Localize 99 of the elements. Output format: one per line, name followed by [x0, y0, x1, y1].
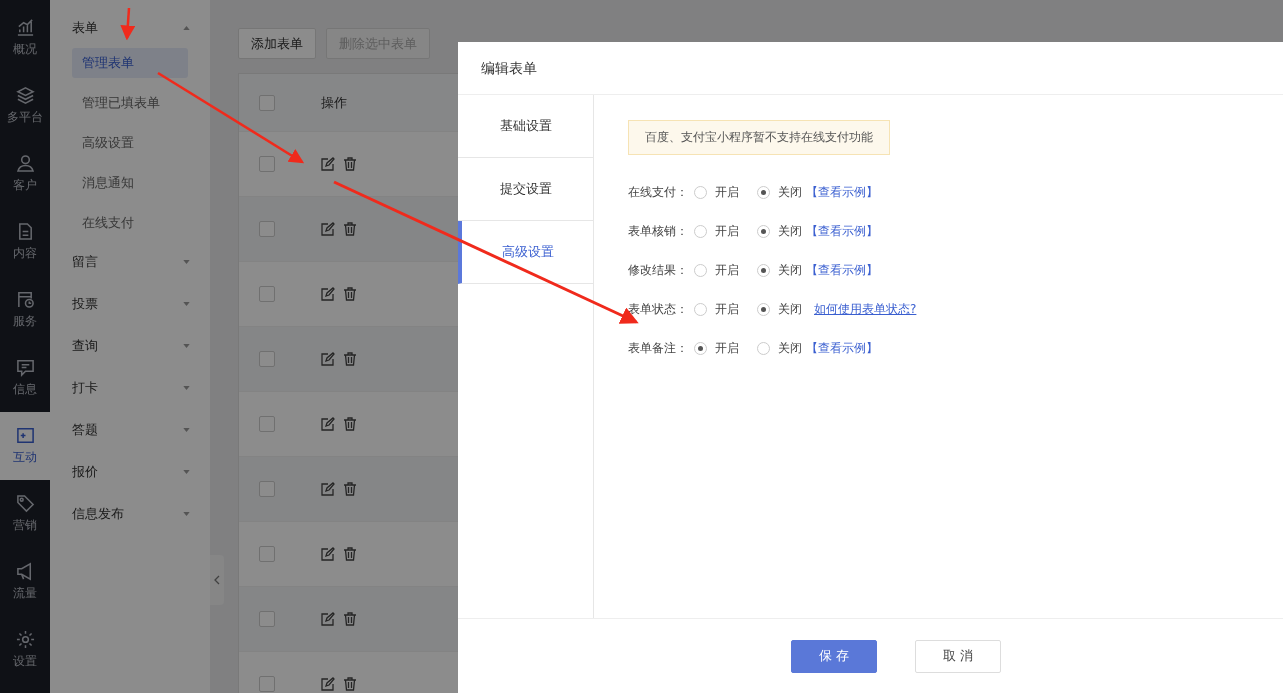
row-checkbox[interactable] [259, 611, 275, 627]
caret-icon [183, 302, 190, 306]
caret-icon [183, 428, 190, 432]
submenu-group[interactable]: 留言 [72, 248, 210, 276]
delete-icon[interactable] [343, 352, 357, 366]
caret-icon [183, 512, 190, 516]
delete-icon[interactable] [343, 547, 357, 561]
radio-label: 开启 [715, 301, 739, 318]
nav-item[interactable]: 营销 [0, 480, 50, 548]
nav-item[interactable]: 服务 [0, 276, 50, 344]
chart-icon [15, 18, 35, 37]
submenu-group[interactable]: 答题 [72, 416, 210, 444]
example-link[interactable]: 【查看示例】 [806, 223, 878, 240]
row-checkbox[interactable] [259, 481, 275, 497]
nav-item[interactable]: 信息 [0, 344, 50, 412]
row-checkbox[interactable] [259, 351, 275, 367]
delete-icon[interactable] [343, 417, 357, 431]
edit-icon[interactable] [321, 612, 335, 626]
row-checkbox[interactable] [259, 286, 275, 302]
nav-item[interactable]: 流量 [0, 548, 50, 616]
delete-icon[interactable] [343, 482, 357, 496]
cancel-button[interactable]: 取 消 [915, 639, 1001, 673]
edit-icon[interactable] [321, 417, 335, 431]
clock-icon [15, 290, 35, 309]
delete-icon[interactable] [343, 222, 357, 236]
dialog-tab[interactable]: 基础设置 [458, 95, 593, 158]
setting-label: 表单核销： [628, 223, 689, 240]
select-all-checkbox[interactable] [259, 94, 275, 111]
edit-icon[interactable] [321, 157, 335, 171]
submenu-group[interactable]: 报价 [72, 458, 210, 486]
radio-label: 开启 [715, 223, 739, 240]
setting-label: 表单备注： [628, 340, 689, 357]
message-icon [15, 358, 35, 377]
submenu-group[interactable]: 信息发布 [72, 500, 210, 528]
caret-icon [183, 26, 190, 30]
delete-icon[interactable] [343, 677, 357, 691]
edit-icon[interactable] [321, 287, 335, 301]
toolbar-button[interactable]: 添加表单 [238, 28, 316, 59]
submenu-item[interactable]: 消息通知 [72, 168, 188, 198]
submenu-item[interactable]: 管理表单 [72, 48, 188, 78]
chevron-left-icon [214, 575, 220, 585]
help-link[interactable]: 如何使用表单状态? [814, 301, 917, 318]
collapse-handle[interactable] [210, 555, 224, 605]
dialog-title: 编辑表单 [458, 42, 1283, 95]
nav-item[interactable]: 客户 [0, 140, 50, 208]
setting-label: 在线支付： [628, 184, 689, 201]
nav-item[interactable]: 多平台 [0, 72, 50, 140]
submenu-item[interactable]: 在线支付 [72, 208, 188, 238]
row-checkbox[interactable] [259, 156, 275, 172]
save-button[interactable]: 保 存 [791, 639, 877, 673]
notice-banner: 百度、支付宝小程序暂不支持在线支付功能 [628, 120, 890, 155]
edit-icon[interactable] [321, 547, 335, 561]
row-checkbox[interactable] [259, 416, 275, 432]
radio-label: 关闭 [778, 301, 802, 318]
edit-icon[interactable] [321, 352, 335, 366]
person-icon [15, 154, 35, 173]
example-link[interactable]: 【查看示例】 [806, 340, 878, 357]
row-checkbox[interactable] [259, 221, 275, 237]
caret-icon [183, 470, 190, 474]
setting-label: 表单状态： [628, 301, 689, 318]
dialog-tab[interactable]: 提交设置 [458, 158, 593, 221]
edit-icon[interactable] [321, 222, 335, 236]
edit-icon[interactable] [321, 482, 335, 496]
row-checkbox[interactable] [259, 676, 275, 692]
submenu-item[interactable]: 管理已填表单 [72, 88, 188, 118]
row-checkbox[interactable] [259, 546, 275, 562]
column-header: 操作 [321, 93, 347, 112]
layers-icon [15, 86, 35, 105]
gamepad-icon [15, 426, 35, 445]
caret-icon [183, 260, 190, 264]
nav-item[interactable]: 设置 [0, 616, 50, 684]
submenu-group[interactable]: 打卡 [72, 374, 210, 402]
radio-label: 关闭 [778, 223, 802, 240]
radio-label: 开启 [715, 340, 739, 357]
tag-icon [15, 494, 35, 513]
delete-icon[interactable] [343, 157, 357, 171]
delete-icon[interactable] [343, 287, 357, 301]
submenu-group[interactable]: 表单 [72, 14, 210, 42]
delete-icon[interactable] [343, 612, 357, 626]
nav-item[interactable]: 概况 [0, 4, 50, 72]
caret-icon [183, 386, 190, 390]
dialog-tab[interactable]: 高级设置 [458, 221, 593, 284]
annotation-arrow [120, 7, 136, 41]
radio-label: 关闭 [778, 184, 802, 201]
radio-label: 关闭 [778, 262, 802, 279]
radio-label: 开启 [715, 184, 739, 201]
edit-icon[interactable] [321, 677, 335, 691]
submenu-group[interactable]: 查询 [72, 332, 210, 360]
submenu-item[interactable]: 高级设置 [72, 128, 188, 158]
submenu-group[interactable]: 投票 [72, 290, 210, 318]
setting-label: 修改结果： [628, 262, 689, 279]
caret-icon [183, 344, 190, 348]
example-link[interactable]: 【查看示例】 [806, 184, 878, 201]
gear-icon [15, 630, 35, 649]
radio-label: 关闭 [778, 340, 802, 357]
nav-item[interactable]: 互动 [0, 412, 50, 480]
example-link[interactable]: 【查看示例】 [806, 262, 878, 279]
nav-item[interactable]: 内容 [0, 208, 50, 276]
radio-label: 开启 [715, 262, 739, 279]
